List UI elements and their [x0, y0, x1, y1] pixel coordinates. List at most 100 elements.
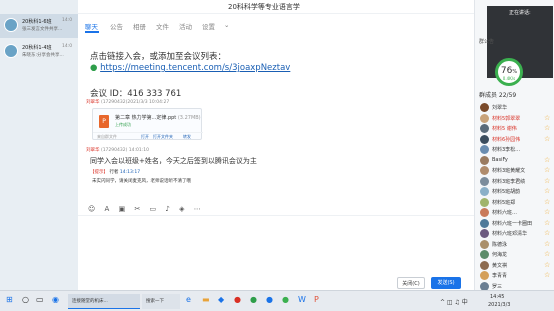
close-button[interactable]: 关闭(C): [397, 277, 425, 289]
star-icon[interactable]: ☆: [544, 177, 550, 185]
window-title: 20科科学等专业语言学: [228, 3, 300, 11]
folder-icon[interactable]: ▭: [150, 205, 157, 213]
star-icon[interactable]: ☆: [544, 135, 550, 143]
store-icon[interactable]: ◆: [218, 295, 224, 304]
edge-icon[interactable]: e: [186, 295, 191, 304]
member-name: 材料六班一卡圈田: [492, 220, 533, 227]
emoji-icon[interactable]: ☺: [88, 205, 95, 213]
meeting-link-row: ● https://meeting.tencent.com/s/3joaxpNe…: [90, 63, 290, 73]
tab-activity[interactable]: 活动: [179, 21, 192, 31]
notice-time: 14:13:17: [119, 170, 141, 175]
chat-time: 14:0: [62, 18, 73, 23]
star-icon[interactable]: ☆: [544, 229, 550, 237]
image-icon[interactable]: ▣: [119, 205, 126, 213]
star-icon[interactable]: ☆: [544, 198, 550, 206]
mic-icon[interactable]: ♪: [165, 205, 169, 213]
tab-files[interactable]: 文件: [156, 21, 169, 31]
star-icon[interactable]: ☆: [544, 114, 550, 122]
sender-meta: (17290432) 14:01:10: [100, 148, 149, 153]
file-open-folder-link[interactable]: 打开文件夹: [153, 134, 173, 140]
avatar: [480, 145, 489, 154]
wechat-icon[interactable]: ●: [250, 295, 257, 304]
task-view-icon[interactable]: ▭: [36, 295, 44, 304]
shield-icon: ●: [90, 63, 98, 73]
avatar: [480, 155, 489, 165]
member-name: 陈德泳: [492, 241, 508, 248]
avatar: [480, 197, 489, 207]
windows-icon[interactable]: ⊞: [6, 295, 13, 304]
more-icon[interactable]: ⋯: [194, 205, 201, 213]
message-text: 点击链接入会，或添加至会议列表：: [90, 52, 227, 62]
sender-meta: (17290432)2021/3/3 10:04:27: [100, 100, 170, 105]
meeting-link[interactable]: https://meeting.tencent.com/s/3joaxpNezt…: [100, 63, 290, 73]
avatar: [480, 166, 489, 175]
avatar: [480, 250, 489, 259]
folder-icon[interactable]: ▬: [202, 295, 210, 304]
tab-chat[interactable]: 聊天: [85, 21, 98, 31]
notice-tag: 【提示】: [90, 170, 108, 175]
tab-settings[interactable]: 设置: [202, 21, 215, 31]
message-input[interactable]: 关闭(C) 发送(S): [78, 215, 474, 290]
tab-announcement[interactable]: 公告: [110, 21, 123, 31]
file-source: 来自群文件: [97, 134, 117, 139]
avatar: [480, 176, 489, 186]
ppt-taskbar-icon[interactable]: P: [314, 295, 319, 304]
screenshot-icon[interactable]: ✂: [134, 205, 140, 213]
tray-icons[interactable]: ^ ◫ ♫ 中: [440, 297, 468, 306]
file-footer: 来自群文件 打开 打开文件夹 转发: [93, 132, 203, 140]
file-forward-link[interactable]: 转发: [183, 134, 191, 140]
word-icon[interactable]: W: [298, 295, 306, 304]
taskbar-app2-label: 搜索一下: [146, 299, 164, 304]
speaking-label: 正在讲话:: [509, 10, 531, 16]
right-panel: 正在讲话: 群公告 76% 0.4K/s 群成员 22/59 刘翠华 材料5郭翠翠…: [474, 0, 554, 291]
meeting-id: 会议 ID：416 333 761: [90, 89, 182, 99]
star-icon[interactable]: ☆: [544, 261, 550, 269]
group-announcement[interactable]: 群公告: [479, 38, 494, 45]
notice-user: 行者: [109, 170, 119, 175]
browser-icon[interactable]: ◉: [52, 295, 59, 304]
file-size: (3.27MB): [177, 115, 201, 121]
file-open-link[interactable]: 打开: [141, 134, 149, 140]
clock-time: 14:45: [490, 294, 505, 300]
chat-item-1[interactable]: 20秋科1-6班 14:0 张三发言文件共享...: [0, 14, 78, 38]
qq-icon[interactable]: ●: [266, 295, 273, 304]
chat-list-panel: 20秋科1-6班 14:0 张三发言文件共享... 20秋科1-4班 14:0 …: [0, 0, 78, 290]
chat-preview: 张三发言文件共享...: [22, 27, 63, 32]
chevron-down-icon[interactable]: ⌄: [224, 21, 229, 29]
taskbar-search-app[interactable]: 搜索一下: [142, 294, 180, 309]
message-sender: 刘翠华 (17290432)2021/3/3 10:04:27: [86, 99, 169, 105]
chat-name: 20秋科1-4班: [22, 45, 52, 51]
network-speed-widget: 76% 0.4K/s: [495, 58, 523, 86]
avatar: [4, 18, 18, 32]
app-icon[interactable]: ●: [234, 295, 241, 304]
taskbar-app[interactable]: 连接随堂的机床...: [68, 294, 140, 309]
sender-name[interactable]: 刘翠华: [86, 100, 100, 105]
send-button[interactable]: 发送(S): [431, 277, 461, 289]
chat-preview: 朱晓东:分享会共享...: [22, 53, 64, 58]
notice-text: 未实闪同学，请关闭麦克风，老师说话听不清了哦: [92, 179, 191, 184]
tab-album[interactable]: 相册: [133, 21, 146, 31]
font-icon[interactable]: A: [105, 205, 110, 213]
member-name: 何海龙: [492, 252, 508, 258]
file-name-row: 第二章 热力学第...定律.ppt (3.27MB): [115, 114, 201, 121]
input-toolbar: ☺ A ▣ ✂ ▭ ♪ ◈ ⋯: [88, 205, 208, 213]
avatar: [480, 187, 489, 196]
star-icon[interactable]: ☆: [544, 208, 550, 216]
star-icon[interactable]: ☆: [544, 166, 550, 174]
star-icon[interactable]: ☆: [544, 187, 550, 195]
chat-item-2[interactable]: 20秋科1-4班 14:0 朱晓东:分享会共享...: [0, 40, 78, 64]
star-icon[interactable]: ☆: [544, 271, 550, 279]
file-card[interactable]: P 第二章 热力学第...定律.ppt (3.27MB) 上传成功 来自群文件 …: [92, 108, 203, 140]
shake-icon[interactable]: ◈: [179, 205, 184, 213]
star-icon[interactable]: ☆: [544, 250, 550, 258]
avatar: [480, 113, 489, 123]
star-icon[interactable]: ☆: [544, 156, 550, 164]
search-icon[interactable]: ○: [22, 295, 29, 304]
star-icon[interactable]: ☆: [544, 240, 550, 248]
sender-name[interactable]: 刘翠华: [86, 148, 100, 153]
member-name: 材料六班邓清华: [492, 231, 528, 237]
star-icon[interactable]: ☆: [544, 124, 550, 132]
avatar: [480, 124, 489, 133]
star-icon[interactable]: ☆: [544, 219, 550, 227]
meeting-icon[interactable]: ●: [282, 295, 289, 304]
